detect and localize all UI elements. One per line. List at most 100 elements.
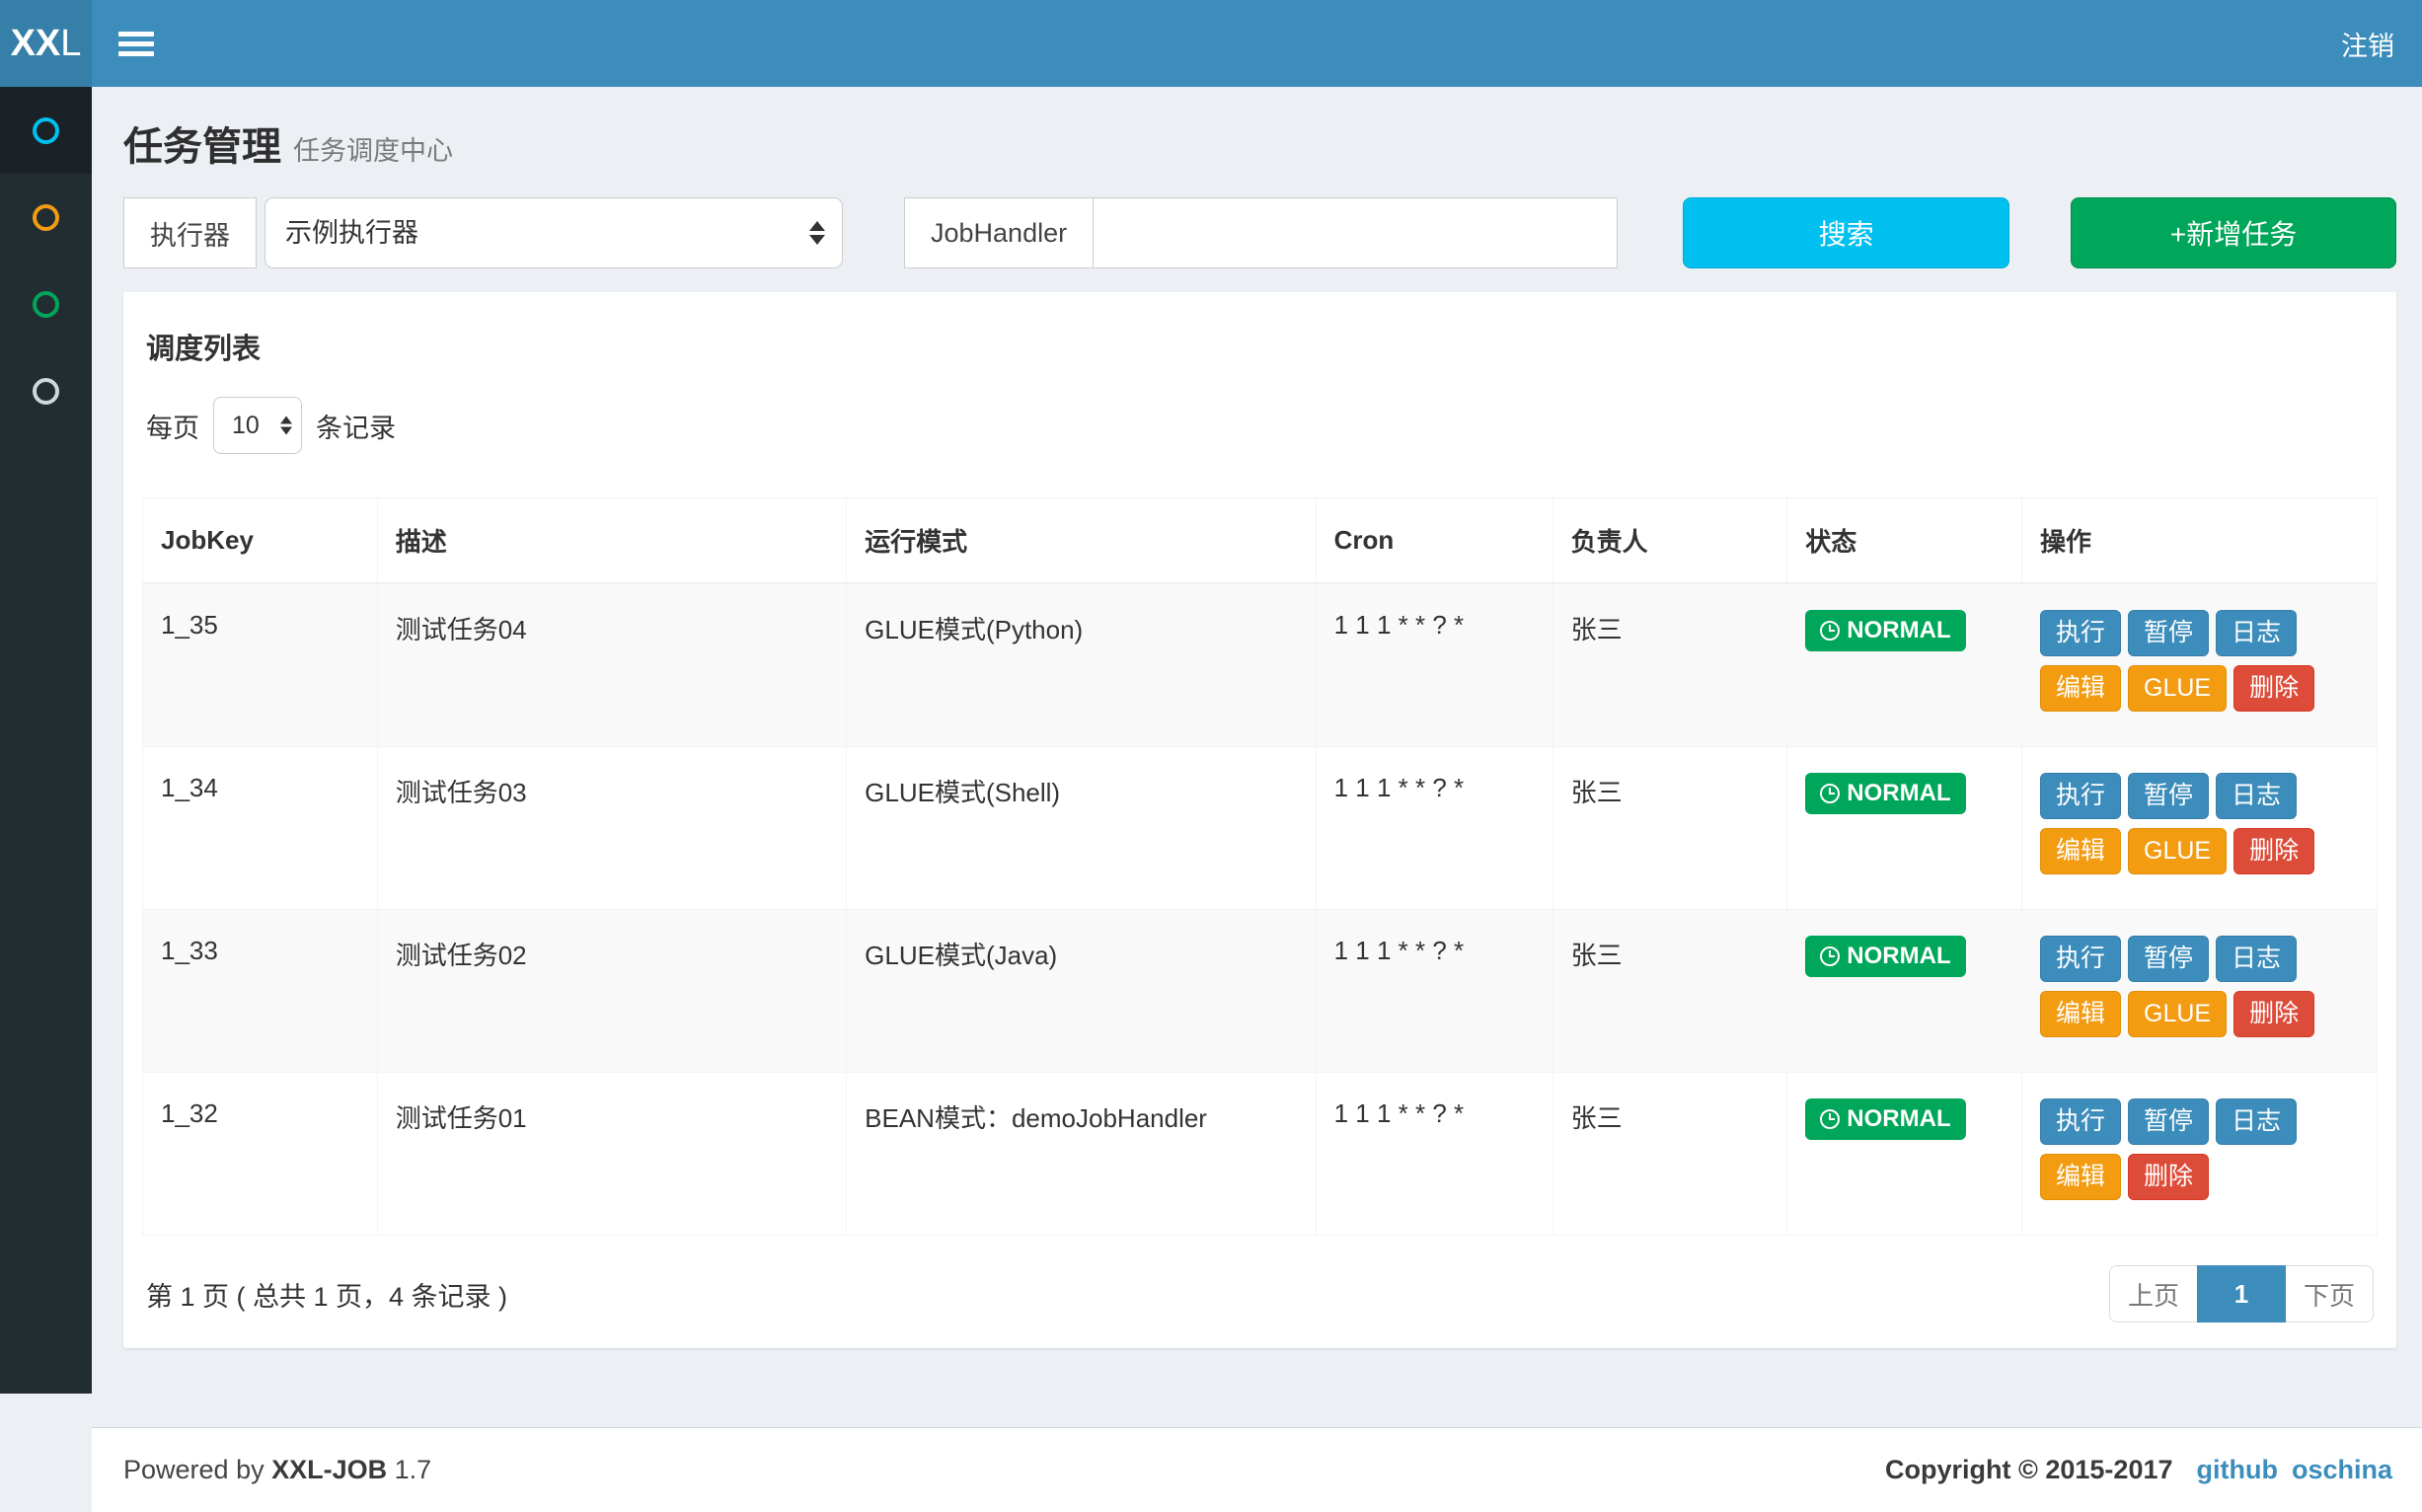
table-row: 1_35测试任务04GLUE模式(Python)1 1 1 * * ? *张三N… (143, 583, 2378, 747)
column-header: 描述 (377, 498, 846, 584)
owner-cell: 张三 (1552, 910, 1787, 1073)
edit-button[interactable]: 编辑 (2040, 1154, 2121, 1200)
executor-filter-group: 执行器 示例执行器 (123, 197, 843, 268)
edit-button[interactable]: 编辑 (2040, 665, 2121, 712)
search-button[interactable]: 搜索 (1683, 197, 2009, 268)
run-button[interactable]: 执行 (2040, 1098, 2121, 1145)
jobhandler-label: JobHandler (904, 197, 1094, 268)
circle-icon (33, 291, 59, 318)
table-row: 1_33测试任务02GLUE模式(Java)1 1 1 * * ? *张三NOR… (143, 910, 2378, 1073)
next-page-button[interactable]: 下页 (2285, 1265, 2374, 1323)
page-size-prefix: 每页 (146, 407, 199, 445)
page-subtitle: 任务调度中心 (293, 136, 453, 166)
delete-button[interactable]: 删除 (2128, 1154, 2209, 1200)
jobhandler-filter-group: JobHandler (904, 197, 1618, 268)
column-header: JobKey (143, 498, 378, 584)
run-button[interactable]: 执行 (2040, 610, 2121, 656)
status-badge: NORMAL (1805, 936, 1965, 977)
jobkey-cell: 1_34 (143, 747, 378, 910)
table-row: 1_32测试任务01BEAN模式：demoJobHandler1 1 1 * *… (143, 1073, 2378, 1236)
logo-text-light: L (60, 23, 81, 65)
log-button[interactable]: 日志 (2216, 773, 2297, 819)
circle-icon (33, 204, 59, 231)
logo-text-bold: XX (11, 23, 61, 65)
job-table-body: 1_35测试任务04GLUE模式(Python)1 1 1 * * ? *张三N… (143, 583, 2378, 1236)
clock-icon (1820, 1109, 1840, 1129)
sidebar-item-2[interactable] (0, 174, 92, 261)
table-header-row: JobKey描述运行模式Cron负责人状态操作 (143, 498, 2378, 584)
log-button[interactable]: 日志 (2216, 936, 2297, 982)
pause-button[interactable]: 暂停 (2128, 936, 2209, 982)
panel-title: 调度列表 (142, 326, 2378, 367)
column-header: 运行模式 (847, 498, 1316, 584)
jobkey-cell: 1_32 (143, 1073, 378, 1236)
sidebar-item-3[interactable] (0, 261, 92, 347)
add-job-button[interactable]: +新增任务 (2071, 197, 2396, 268)
owner-cell: 张三 (1552, 1073, 1787, 1236)
pagination: 上页 1 下页 (2109, 1265, 2374, 1323)
log-button[interactable]: 日志 (2216, 610, 2297, 656)
job-table: JobKey描述运行模式Cron负责人状态操作 1_35测试任务04GLUE模式… (142, 497, 2378, 1236)
status-badge: NORMAL (1805, 610, 1965, 651)
circle-icon (33, 117, 59, 144)
page-title: 任务管理 (123, 125, 281, 169)
cron-cell: 1 1 1 * * ? * (1316, 583, 1552, 747)
mode-cell: BEAN模式：demoJobHandler (847, 1073, 1316, 1236)
app-logo[interactable]: XXL (0, 0, 92, 87)
mode-cell: GLUE模式(Java) (847, 910, 1316, 1073)
app-name: XXL-JOB (271, 1455, 387, 1484)
delete-button[interactable]: 删除 (2233, 828, 2314, 874)
executor-label: 执行器 (123, 197, 257, 268)
glue-button[interactable]: GLUE (2128, 828, 2227, 874)
glue-button[interactable]: GLUE (2128, 991, 2227, 1037)
oschina-link[interactable]: oschina (2292, 1455, 2392, 1484)
page-1-button[interactable]: 1 (2197, 1265, 2286, 1323)
edit-button[interactable]: 编辑 (2040, 991, 2121, 1037)
run-button[interactable]: 执行 (2040, 773, 2121, 819)
status-badge: NORMAL (1805, 773, 1965, 814)
pause-button[interactable]: 暂停 (2128, 773, 2209, 819)
owner-cell: 张三 (1552, 747, 1787, 910)
top-navbar: XXL 注销 (0, 0, 2422, 87)
desc-cell: 测试任务01 (377, 1073, 846, 1236)
cron-cell: 1 1 1 * * ? * (1316, 747, 1552, 910)
sidebar (0, 87, 92, 1394)
delete-button[interactable]: 删除 (2233, 665, 2314, 712)
github-link[interactable]: github (2197, 1455, 2278, 1484)
run-button[interactable]: 执行 (2040, 936, 2121, 982)
sidebar-item-1[interactable] (0, 87, 92, 174)
actions-cell: 执行暂停日志编辑GLUE删除 (2022, 583, 2378, 747)
prev-page-button[interactable]: 上页 (2109, 1265, 2198, 1323)
pagination-summary: 第 1 页 ( 总共 1 页，4 条记录 ) (146, 1275, 507, 1314)
content-header: 任务管理任务调度中心 (92, 87, 2422, 188)
hamburger-icon[interactable] (118, 27, 154, 61)
clock-icon (1820, 946, 1840, 966)
logout-link[interactable]: 注销 (2341, 25, 2394, 63)
clock-icon (1820, 784, 1840, 803)
edit-button[interactable]: 编辑 (2040, 828, 2121, 874)
mode-cell: GLUE模式(Python) (847, 583, 1316, 747)
pause-button[interactable]: 暂停 (2128, 610, 2209, 656)
powered-by: Powered by XXL-JOB 1.7 (123, 1455, 431, 1485)
sidebar-item-4[interactable] (0, 347, 92, 434)
status-cell: NORMAL (1787, 583, 2022, 747)
copyright: Copyright © 2015-2017 (1885, 1455, 2173, 1485)
jobhandler-input[interactable] (1094, 197, 1618, 268)
actions-cell: 执行暂停日志编辑GLUE删除 (2022, 747, 2378, 910)
log-button[interactable]: 日志 (2216, 1098, 2297, 1145)
column-header: 负责人 (1552, 498, 1787, 584)
page-footer: Powered by XXL-JOB 1.7 Copyright © 2015-… (92, 1427, 2422, 1512)
column-header: 操作 (2022, 498, 2378, 584)
circle-icon (33, 378, 59, 405)
pause-button[interactable]: 暂停 (2128, 1098, 2209, 1145)
executor-select[interactable]: 示例执行器 (265, 197, 843, 268)
glue-button[interactable]: GLUE (2128, 665, 2227, 712)
desc-cell: 测试任务03 (377, 747, 846, 910)
cron-cell: 1 1 1 * * ? * (1316, 1073, 1552, 1236)
jobkey-cell: 1_35 (143, 583, 378, 747)
status-cell: NORMAL (1787, 747, 2022, 910)
delete-button[interactable]: 删除 (2233, 991, 2314, 1037)
schedule-list-panel: 调度列表 每页 10 条记录 JobKey描述运行模式Cron负责人状态操作 1… (123, 292, 2396, 1348)
actions-cell: 执行暂停日志编辑删除 (2022, 1073, 2378, 1236)
page-size-select[interactable]: 10 (213, 397, 302, 454)
